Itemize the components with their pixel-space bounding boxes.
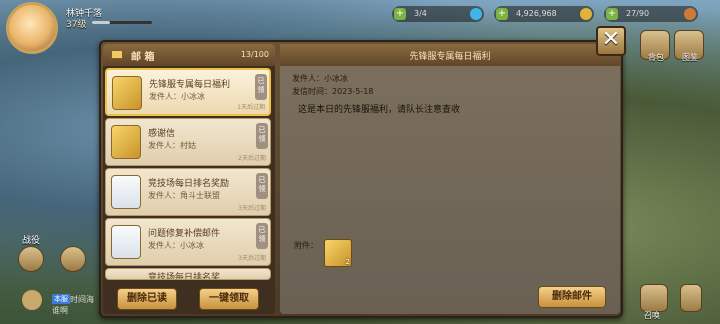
summon-button[interactable] <box>640 284 668 312</box>
mail-item[interactable]: 先锋服专属每日福利 发件人：小冰冰 已领 1天后过期 <box>105 68 271 116</box>
mail-list-pane: 邮 箱 13/100 先锋服专属每日福利 发件人：小冰冰 已领 1天后过期 感谢… <box>103 44 275 314</box>
friends-shortcut-icon[interactable] <box>60 246 86 272</box>
mail-sender: 发件人：村姑 <box>148 141 196 150</box>
detail-sender: 发件人：小冰冰 <box>292 74 348 83</box>
mailbox-count: 13/100 <box>240 50 269 59</box>
drumstick-icon <box>684 8 696 20</box>
mail-sender: 发件人：角斗士联盟 <box>148 191 220 200</box>
mail-title: 竞技场每日排名奖 <box>148 273 221 280</box>
mail-title: 问题修复补偿邮件 <box>148 229 221 239</box>
gold-count: 4,926,968 <box>516 9 557 18</box>
mail-status-badge: 已领 <box>256 123 268 149</box>
mailbox-title: 邮 箱 <box>131 52 155 63</box>
mail-item[interactable]: 问题修复补偿邮件 发件人：小冰冰 已领 3天后过期 <box>105 218 271 266</box>
letter-icon <box>111 175 141 209</box>
mail-expiry: 1天后过期 <box>237 104 265 111</box>
gem-count: 3/4 <box>414 9 427 18</box>
chat-message: 时间海 <box>70 295 94 304</box>
mail-expiry: 3天后过期 <box>238 205 266 212</box>
attachment-count: 2 <box>345 258 350 266</box>
mail-expiry: 2天后过期 <box>238 155 266 162</box>
gem-resource: + 3/4 <box>392 6 484 22</box>
mail-sender: 发件人：小冰冰 <box>148 241 204 250</box>
delete-mail-button[interactable]: 删除邮件 <box>538 286 606 308</box>
xp-bar <box>92 21 152 24</box>
mail-status-badge: 已领 <box>256 223 268 249</box>
attachment-item[interactable]: 2 <box>324 239 352 267</box>
detail-body: 这是本日的先锋服福利，请队长注意查收 <box>298 105 461 115</box>
codex-label: 图鉴 <box>682 53 698 62</box>
expand-arrow-button[interactable] <box>680 284 702 312</box>
chat-sender: 谁啊 <box>52 306 68 315</box>
detail-title: 先锋服专属每日福利 <box>409 52 491 62</box>
stamina-resource: + 27/90 <box>604 6 698 22</box>
summon-label: 召唤 <box>644 311 660 320</box>
backpack-label: 背包 <box>648 53 664 62</box>
mail-detail-pane: 先锋服专属每日福利 发件人：小冰冰 发信时间：2023-5-18 这是本日的先锋… <box>280 44 620 314</box>
mail-sender: 发件人：小冰冰 <box>149 92 205 101</box>
mail-shortcut-icon[interactable] <box>18 246 44 272</box>
gem-icon <box>470 8 482 20</box>
mail-item[interactable]: 感谢信 发件人：村姑 已领 2天后过期 <box>105 118 271 166</box>
attachment-label: 附件： <box>294 241 318 250</box>
mail-status-badge: 已领 <box>255 74 267 100</box>
letter-icon <box>111 225 141 259</box>
gold-icon <box>580 8 592 20</box>
mail-title: 感谢信 <box>148 129 176 139</box>
scroll-icon <box>111 125 141 159</box>
mail-status-badge: 已领 <box>256 173 268 199</box>
player-avatar[interactable] <box>6 2 58 54</box>
campaign-label: 战役 <box>22 236 41 246</box>
envelope-icon <box>111 50 123 59</box>
mail-title: 先锋服专属每日福利 <box>149 80 231 90</box>
detail-time: 发信时间：2023-5-18 <box>292 87 374 96</box>
scroll-icon <box>112 76 142 110</box>
player-level: 37级 <box>66 20 87 30</box>
close-icon[interactable]: ✕ <box>596 26 626 56</box>
gold-resource: + 4,926,968 <box>494 6 594 22</box>
chat-channel-tag: 本服 <box>52 294 70 304</box>
add-gem-button[interactable]: + <box>394 8 406 20</box>
mail-item[interactable]: 竞技场每日排名奖励 发件人：角斗士联盟 已领 3天后过期 <box>105 168 271 216</box>
mail-title: 竞技场每日排名奖励 <box>148 179 230 189</box>
mail-expiry: 3天后过期 <box>238 255 266 262</box>
add-gold-button[interactable]: + <box>496 8 508 20</box>
claim-all-button[interactable]: 一键领取 <box>199 288 259 310</box>
mailbox-header: 邮 箱 13/100 <box>103 44 275 66</box>
detail-header: 先锋服专属每日福利 <box>280 44 620 66</box>
chat-icon[interactable] <box>22 290 42 310</box>
mail-item[interactable]: 竞技场每日排名奖 <box>105 268 271 280</box>
stamina-count: 27/90 <box>626 9 650 18</box>
delete-read-button[interactable]: 删除已读 <box>117 288 177 310</box>
add-stamina-button[interactable]: + <box>606 8 618 20</box>
